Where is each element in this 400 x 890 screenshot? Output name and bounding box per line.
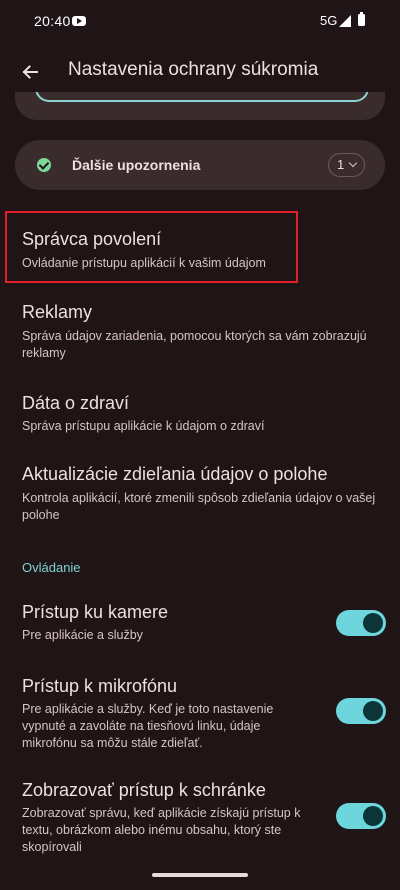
- section-header-controls: Ovládanie: [22, 560, 81, 575]
- toggle-thumb: [363, 613, 383, 633]
- pref-ads[interactable]: Reklamy Správa údajov zariadenia, pomoco…: [0, 290, 400, 380]
- page-title: Nastavenia ochrany súkromia: [68, 59, 319, 80]
- pref-health-data[interactable]: Dáta o zdraví Správa prístupu aplikácie …: [0, 382, 400, 448]
- back-button[interactable]: [10, 52, 50, 92]
- pref-summary: Zobrazovať správu, keď aplikácie získajú…: [22, 806, 301, 854]
- pref-title: Aktualizácie zdieľania údajov o polohe: [22, 464, 328, 484]
- pref-title: Správca povolení: [22, 229, 162, 249]
- pref-camera-access[interactable]: Prístup ku kamere Pre aplikácie a služby: [0, 590, 400, 654]
- toggle-thumb: [363, 806, 383, 826]
- additional-alerts-label: Ďalšie upozornenia: [72, 157, 201, 173]
- gesture-nav-handle[interactable]: [152, 873, 248, 877]
- pref-summary: Pre aplikácie a služby: [22, 628, 143, 642]
- check-circle-icon: [37, 158, 51, 172]
- youtube-icon: [72, 16, 86, 26]
- status-time: 20:40: [34, 13, 71, 29]
- pref-summary: Ovládanie prístupu aplikácií k vašim úda…: [22, 256, 266, 270]
- toggle-thumb: [363, 701, 383, 721]
- alerts-count-chip[interactable]: 1: [328, 153, 365, 177]
- pref-microphone-access[interactable]: Prístup k mikrofónu Pre aplikácie a služ…: [0, 664, 400, 764]
- pref-clipboard-access[interactable]: Zobrazovať prístup k schránke Zobrazovať…: [0, 768, 400, 868]
- additional-alerts-card[interactable]: Ďalšie upozornenia 1: [15, 140, 385, 190]
- app-bar: Nastavenia ochrany súkromia: [0, 44, 400, 100]
- pref-summary: Kontrola aplikácií, ktoré zmenili spôsob…: [22, 491, 376, 522]
- pref-summary: Správa prístupu aplikácie k údajom o zdr…: [22, 419, 265, 433]
- pref-summary: Správa údajov zariadenia, pomocou ktorýc…: [22, 329, 367, 360]
- clipboard-access-toggle[interactable]: [336, 803, 386, 829]
- alerts-count: 1: [337, 157, 345, 172]
- microphone-access-toggle[interactable]: [336, 698, 386, 724]
- pref-title: Prístup k mikrofónu: [22, 676, 178, 696]
- signal-icon: [339, 15, 351, 27]
- status-bar: 20:40 5G: [0, 0, 400, 44]
- battery-icon: [358, 12, 365, 26]
- pref-location-sharing-updates[interactable]: Aktualizácie zdieľania údajov o polohe K…: [0, 452, 400, 542]
- pref-title: Reklamy: [22, 302, 93, 322]
- pref-permission-manager[interactable]: Správca povolení Ovládanie prístupu apli…: [0, 212, 400, 284]
- arrow-back-icon: [22, 65, 38, 79]
- camera-access-toggle[interactable]: [336, 610, 386, 636]
- pref-summary: Pre aplikácie a služby. Keď je toto nast…: [22, 702, 274, 750]
- pref-title: Dáta o zdraví: [22, 393, 130, 413]
- chevron-down-icon: [348, 158, 358, 168]
- pref-title: Prístup ku kamere: [22, 602, 169, 622]
- network-type: 5G: [320, 13, 338, 28]
- pref-title: Zobrazovať prístup k schránke: [22, 780, 266, 800]
